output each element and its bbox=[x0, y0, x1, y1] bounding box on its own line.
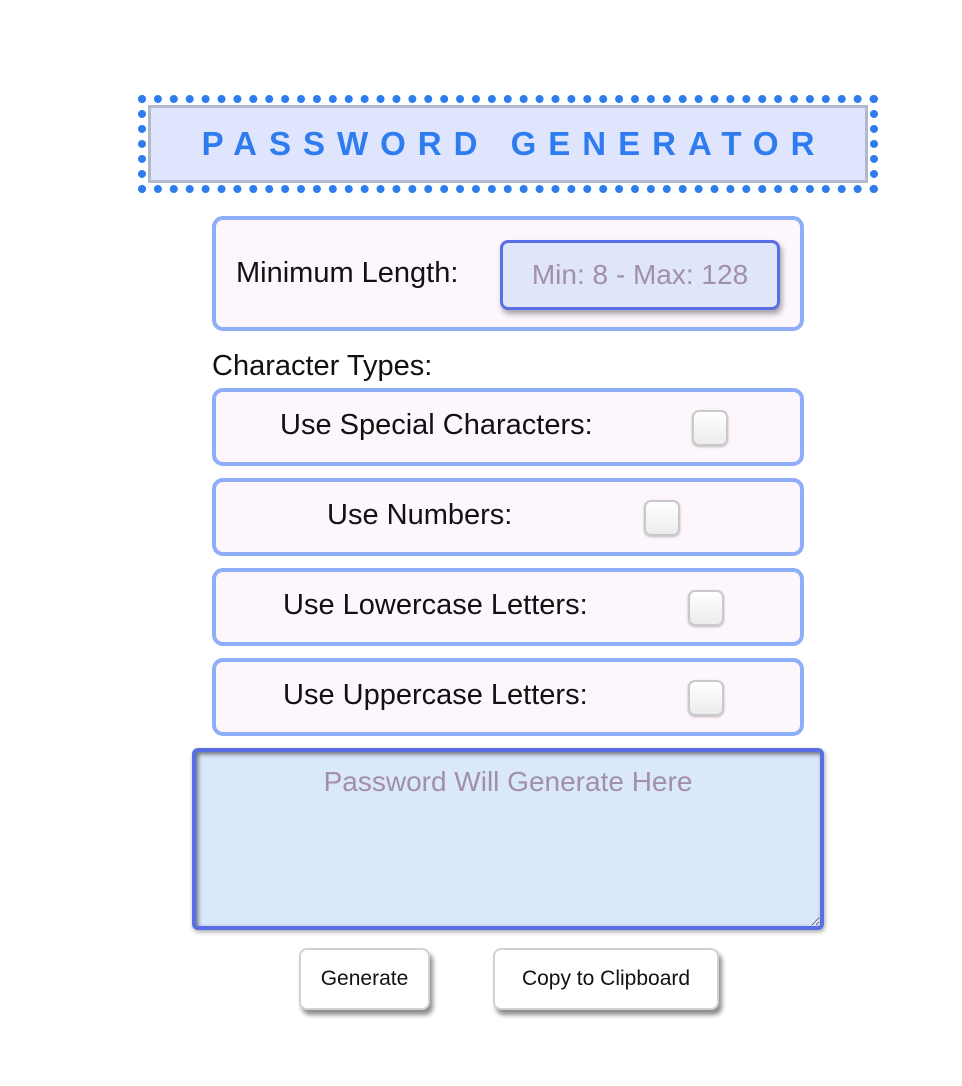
uppercase-checkbox[interactable] bbox=[688, 680, 724, 716]
option-label: Use Lowercase Letters: bbox=[283, 589, 588, 621]
option-uppercase-letters: Use Uppercase Letters: bbox=[212, 658, 804, 736]
generate-button[interactable]: Generate bbox=[299, 948, 430, 1010]
length-panel: Minimum Length: bbox=[212, 216, 804, 331]
lowercase-checkbox[interactable] bbox=[688, 590, 724, 626]
password-output[interactable] bbox=[192, 748, 824, 930]
special-characters-checkbox[interactable] bbox=[692, 410, 728, 446]
copy-to-clipboard-button[interactable]: Copy to Clipboard bbox=[493, 948, 719, 1010]
length-label: Minimum Length: bbox=[236, 257, 459, 289]
option-special-characters: Use Special Characters: bbox=[212, 388, 804, 466]
title-banner-inner: PASSWORD GENERATOR bbox=[148, 105, 868, 183]
option-lowercase-letters: Use Lowercase Letters: bbox=[212, 568, 804, 646]
option-label: Use Special Characters: bbox=[280, 409, 593, 441]
option-label: Use Uppercase Letters: bbox=[283, 679, 588, 711]
page-title: PASSWORD GENERATOR bbox=[201, 125, 827, 162]
option-numbers: Use Numbers: bbox=[212, 478, 804, 556]
length-input[interactable] bbox=[500, 240, 780, 310]
numbers-checkbox[interactable] bbox=[644, 500, 680, 536]
character-types-heading: Character Types: bbox=[212, 350, 433, 382]
option-label: Use Numbers: bbox=[327, 499, 513, 531]
title-banner: PASSWORD GENERATOR bbox=[138, 95, 878, 193]
